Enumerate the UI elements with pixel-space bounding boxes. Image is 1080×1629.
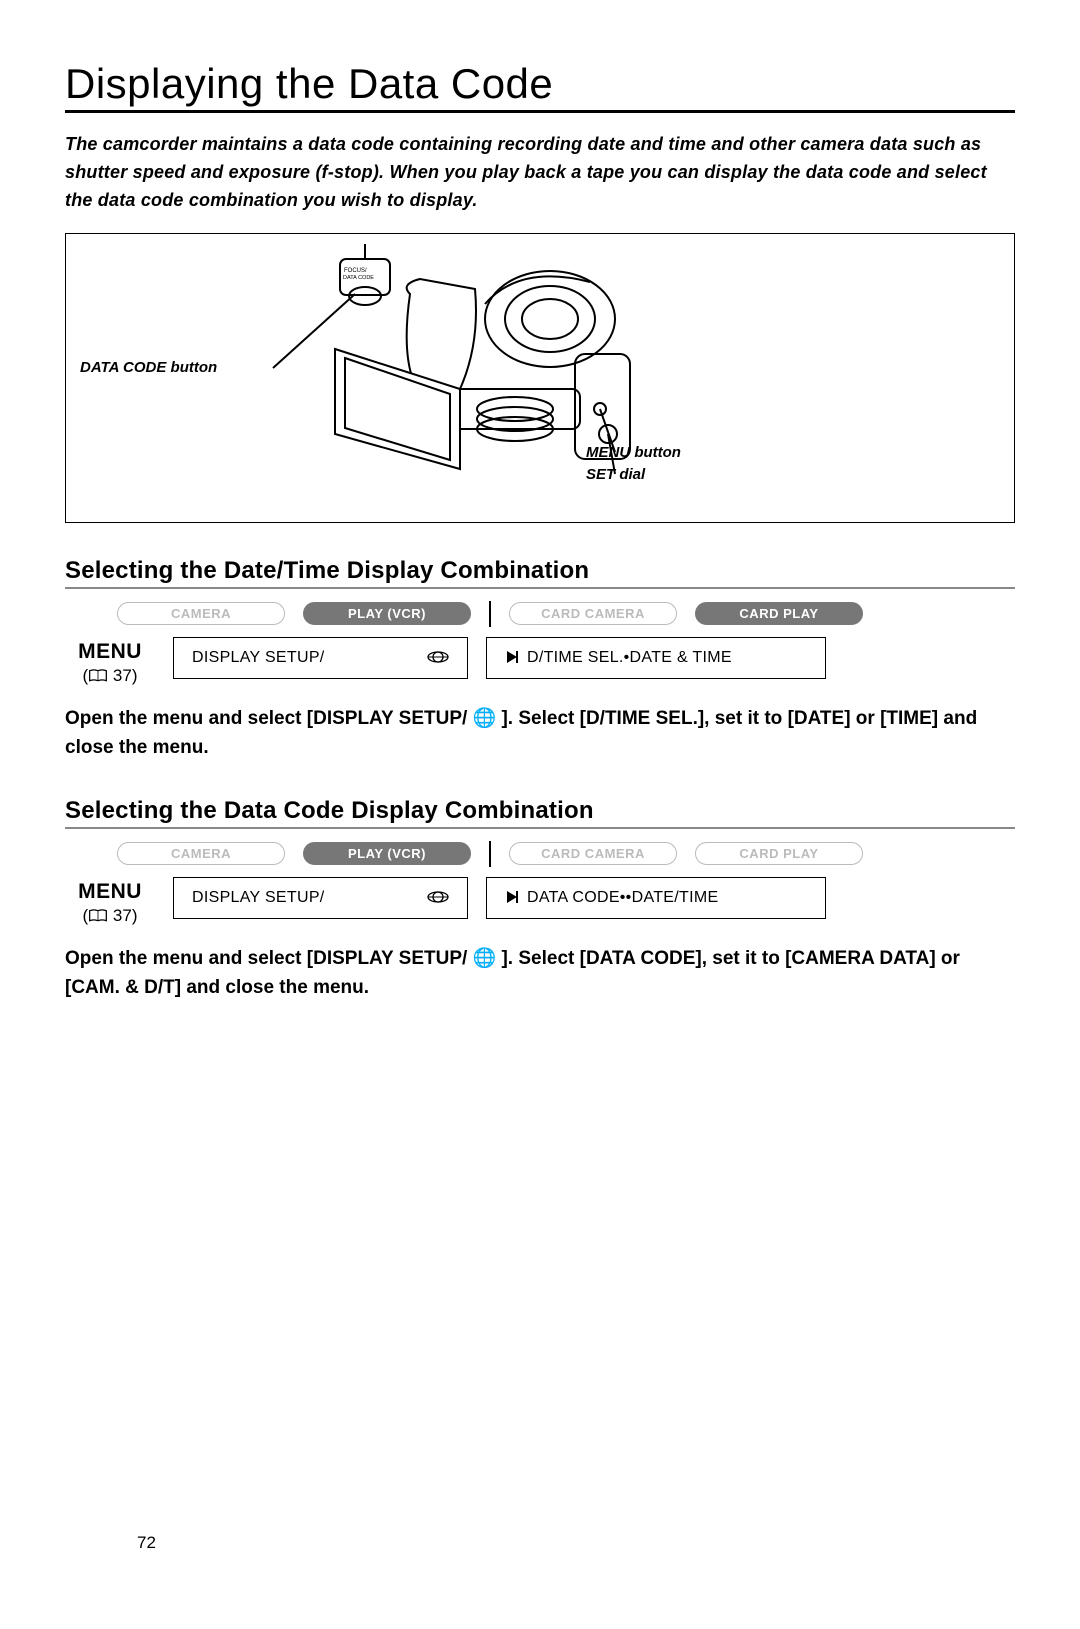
section1-menu-row: MENU ( 37) DISPLAY SETUP/ D/TIME SEL.•DA… (65, 637, 1015, 686)
language-icon (427, 649, 449, 667)
book-icon (88, 908, 108, 922)
mode-card-camera: CARD CAMERA (509, 602, 677, 625)
menu-label: MENU ( 37) (65, 877, 155, 926)
section2-menu-row: MENU ( 37) DISPLAY SETUP/ DATA CODE••DAT… (65, 877, 1015, 926)
menu-cell-a-text: DISPLAY SETUP/ (192, 649, 325, 667)
camcorder-svg: FOCUS/ DATA CODE (66, 234, 1014, 522)
mode-card-camera: CARD CAMERA (509, 842, 677, 865)
mode-divider (489, 601, 491, 627)
menu-label: MENU ( 37) (65, 637, 155, 686)
section1-mode-row: CAMERA PLAY (VCR) CARD CAMERA CARD PLAY (117, 601, 1015, 627)
menu-cell-data-code: DATA CODE••DATE/TIME (486, 877, 826, 919)
menu-cell-display-setup: DISPLAY SETUP/ (173, 637, 468, 679)
menu-cell-dtime-sel: D/TIME SEL.•DATE & TIME (486, 637, 826, 679)
menu-ref-num: 37 (113, 666, 132, 685)
svg-text:FOCUS/: FOCUS/ (344, 268, 367, 274)
menu-ref-num: 37 (113, 906, 132, 925)
diagram-label-menu-button: MENU button (586, 444, 681, 461)
menu-ref: ( 37) (65, 664, 155, 686)
menu-cell-b-text: D/TIME SEL.•DATE & TIME (527, 649, 732, 667)
menu-cell-display-setup: DISPLAY SETUP/ (173, 877, 468, 919)
section1-instruction: Open the menu and select [DISPLAY SETUP/… (65, 704, 1015, 763)
section1-heading: Selecting the Date/Time Display Combinat… (65, 557, 1015, 589)
mode-camera: CAMERA (117, 602, 285, 625)
diagram-label-datacode-button: DATA CODE button (80, 359, 217, 376)
mode-divider (489, 841, 491, 867)
book-icon (88, 668, 108, 682)
menu-cell-a-text: DISPLAY SETUP/ (192, 889, 325, 907)
intro-paragraph: The camcorder maintains a data code cont… (65, 131, 1015, 215)
language-icon (427, 889, 449, 907)
mode-card-play: CARD PLAY (695, 842, 863, 865)
menu-ref: ( 37) (65, 904, 155, 926)
diagram-label-set-dial: SET dial (586, 466, 645, 483)
page-number: 72 (137, 1533, 156, 1553)
play-icon (505, 889, 519, 907)
page-title: Displaying the Data Code (65, 60, 1015, 108)
menu-word: MENU (65, 880, 155, 904)
mode-play-vcr: PLAY (VCR) (303, 842, 471, 865)
mode-play-vcr: PLAY (VCR) (303, 602, 471, 625)
mode-card-play: CARD PLAY (695, 602, 863, 625)
mode-camera: CAMERA (117, 842, 285, 865)
menu-cell-b-text: DATA CODE••DATE/TIME (527, 889, 718, 907)
section2-heading: Selecting the Data Code Display Combinat… (65, 797, 1015, 829)
menu-word: MENU (65, 640, 155, 664)
svg-text:DATA CODE: DATA CODE (343, 275, 374, 281)
title-rule (65, 110, 1015, 113)
section2-mode-row: CAMERA PLAY (VCR) CARD CAMERA CARD PLAY (117, 841, 1015, 867)
section2-instruction: Open the menu and select [DISPLAY SETUP/… (65, 944, 1015, 1003)
play-icon (505, 649, 519, 667)
camcorder-diagram: FOCUS/ DATA CODE DATA CODE button MENU b… (65, 233, 1015, 523)
